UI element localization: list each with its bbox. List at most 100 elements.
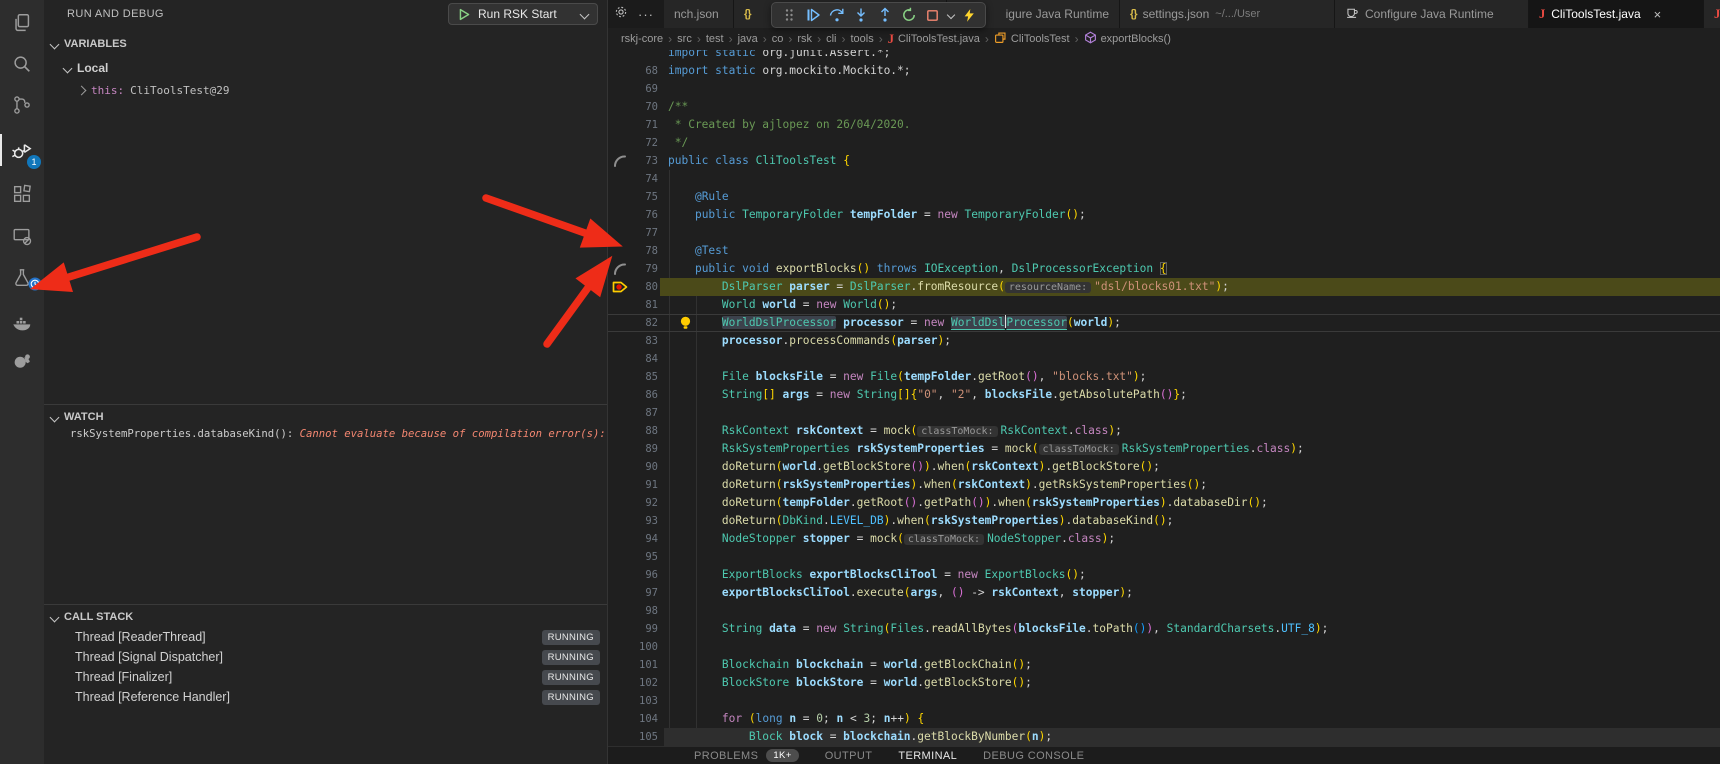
line-number[interactable]: 69: [624, 80, 658, 98]
more-actions-icon[interactable]: ···: [638, 7, 654, 22]
panel-tab-output[interactable]: OUTPUT: [825, 750, 873, 762]
code-editor[interactable]: import static org.junit.Assert.*;68impor…: [608, 50, 1720, 746]
code-text: * Created by ajlopez on 26/04/2020.: [668, 116, 910, 134]
breadcrumb-item[interactable]: rsk: [797, 33, 812, 45]
watch-expression-row[interactable]: rskSystemProperties.databaseKind(): Cann…: [70, 428, 604, 446]
watch-section-header[interactable]: WATCH: [44, 407, 607, 427]
line-number[interactable]: 72: [624, 134, 658, 152]
debug-count-badge: 1: [27, 155, 41, 169]
line-number[interactable]: 86: [624, 386, 658, 404]
line-number[interactable]: 84: [624, 350, 658, 368]
step-into-button[interactable]: [849, 4, 872, 26]
thread-status-badge: RUNNING: [542, 650, 600, 665]
search-icon[interactable]: [0, 44, 44, 84]
panel-tab-terminal[interactable]: TERMINAL: [898, 750, 957, 762]
line-number[interactable]: 71: [624, 116, 658, 134]
line-number[interactable]: 79: [624, 260, 658, 278]
code-line-81: 81 World world = new World();: [608, 296, 1720, 314]
extensions-icon[interactable]: [0, 174, 44, 214]
line-number[interactable]: 103: [624, 692, 658, 710]
gradle-icon[interactable]: [0, 340, 44, 380]
editor-tab-configure-java-runtime[interactable]: Configure Java Runtime: [1335, 0, 1529, 28]
line-number[interactable]: 102: [624, 674, 658, 692]
editor-tab[interactable]: J: [1704, 0, 1720, 28]
line-number[interactable]: 81: [624, 296, 658, 314]
line-number[interactable]: 92: [624, 494, 658, 512]
line-number[interactable]: 85: [624, 368, 658, 386]
call-stack-section-header[interactable]: CALL STACK: [44, 607, 607, 627]
explorer-icon[interactable]: [0, 3, 44, 43]
panel-tab-debug-console[interactable]: DEBUG CONSOLE: [983, 750, 1084, 762]
line-number[interactable]: 101: [624, 656, 658, 674]
line-number[interactable]: 74: [624, 170, 658, 188]
continue-button[interactable]: [801, 4, 824, 26]
code-text: Block block = blockchain.getBlockByNumbe…: [668, 728, 1052, 746]
line-number[interactable]: 94: [624, 530, 658, 548]
breadcrumb-item[interactable]: tools: [850, 33, 873, 45]
line-number[interactable]: 95: [624, 548, 658, 566]
line-number[interactable]: 80: [624, 278, 658, 296]
run-config-button[interactable]: Run RSK Start: [448, 3, 598, 25]
breadcrumb-label: co: [772, 33, 784, 45]
call-stack-thread[interactable]: Thread [Reference Handler]RUNNING: [44, 687, 607, 707]
close-icon[interactable]: ×: [1654, 8, 1662, 21]
variable-this-row[interactable]: this: CliToolsTest@29: [78, 80, 229, 100]
line-number[interactable]: 93: [624, 512, 658, 530]
hot-code-replace-icon[interactable]: [957, 4, 980, 26]
editor-tab-nch-json[interactable]: nch.json: [664, 0, 734, 28]
breadcrumb-item[interactable]: java: [738, 33, 758, 45]
line-number[interactable]: 77: [624, 224, 658, 242]
call-stack-thread[interactable]: Thread [Finalizer]RUNNING: [44, 667, 607, 687]
line-number[interactable]: 98: [624, 602, 658, 620]
variables-section-header[interactable]: VARIABLES: [44, 34, 607, 54]
editor-tab-settings-json[interactable]: {}settings.json~/.../User: [1120, 0, 1335, 28]
breadcrumb-item[interactable]: test: [706, 33, 724, 45]
restart-button[interactable]: [897, 4, 920, 26]
line-number[interactable]: 87: [624, 404, 658, 422]
breadcrumb-item[interactable]: co: [772, 33, 784, 45]
panel-tab-problems[interactable]: PROBLEMS1K+: [694, 749, 799, 762]
variables-scope-local[interactable]: Local: [64, 58, 108, 78]
line-number[interactable]: 89: [624, 440, 658, 458]
line-number[interactable]: 97: [624, 584, 658, 602]
stop-button[interactable]: [921, 4, 944, 26]
line-number[interactable]: 96: [624, 566, 658, 584]
run-and-debug-icon[interactable]: 1: [0, 130, 44, 170]
breadcrumb-item[interactable]: exportBlocks(): [1084, 31, 1171, 47]
gear-icon[interactable]: [614, 5, 628, 24]
stop-dropdown-icon[interactable]: [945, 4, 956, 26]
breadcrumb-item[interactable]: CliToolsTest: [994, 31, 1070, 47]
line-number[interactable]: 104: [624, 710, 658, 728]
step-over-button[interactable]: [825, 4, 848, 26]
drag-handle-icon[interactable]: [777, 4, 800, 26]
line-number[interactable]: 78: [624, 242, 658, 260]
breadcrumb-item[interactable]: src: [677, 33, 692, 45]
call-stack-thread[interactable]: Thread [Signal Dispatcher]RUNNING: [44, 647, 607, 667]
code-line-97: 97 exportBlocksCliTool.execute(args, () …: [608, 584, 1720, 602]
breadcrumb-item[interactable]: rskj-core: [621, 33, 663, 45]
step-out-button[interactable]: [873, 4, 896, 26]
line-number[interactable]: 100: [624, 638, 658, 656]
line-number[interactable]: 90: [624, 458, 658, 476]
docker-icon[interactable]: [0, 303, 44, 343]
testing-icon[interactable]: [0, 258, 44, 298]
source-control-icon[interactable]: [0, 85, 44, 125]
line-number[interactable]: 76: [624, 206, 658, 224]
breadcrumb-item[interactable]: cli: [826, 33, 836, 45]
line-number[interactable]: 91: [624, 476, 658, 494]
breadcrumb-item[interactable]: JCliToolsTest.java: [888, 32, 980, 47]
line-number[interactable]: 83: [624, 332, 658, 350]
line-number[interactable]: 68: [624, 62, 658, 80]
line-number[interactable]: 73: [624, 152, 658, 170]
line-number[interactable]: 75: [624, 188, 658, 206]
line-number[interactable]: 88: [624, 422, 658, 440]
code-text: World world = new World();: [668, 296, 897, 314]
code-line-85: 85 File blocksFile = new File(tempFolder…: [608, 368, 1720, 386]
line-number[interactable]: 99: [624, 620, 658, 638]
line-number[interactable]: 70: [624, 98, 658, 116]
call-stack-thread[interactable]: Thread [ReaderThread]RUNNING: [44, 627, 607, 647]
line-number[interactable]: 105: [624, 728, 658, 746]
line-number[interactable]: 82: [624, 314, 658, 332]
remote-explorer-icon[interactable]: [0, 216, 44, 256]
editor-tab-clitoolstest-java[interactable]: JCliToolsTest.java×: [1529, 0, 1704, 28]
